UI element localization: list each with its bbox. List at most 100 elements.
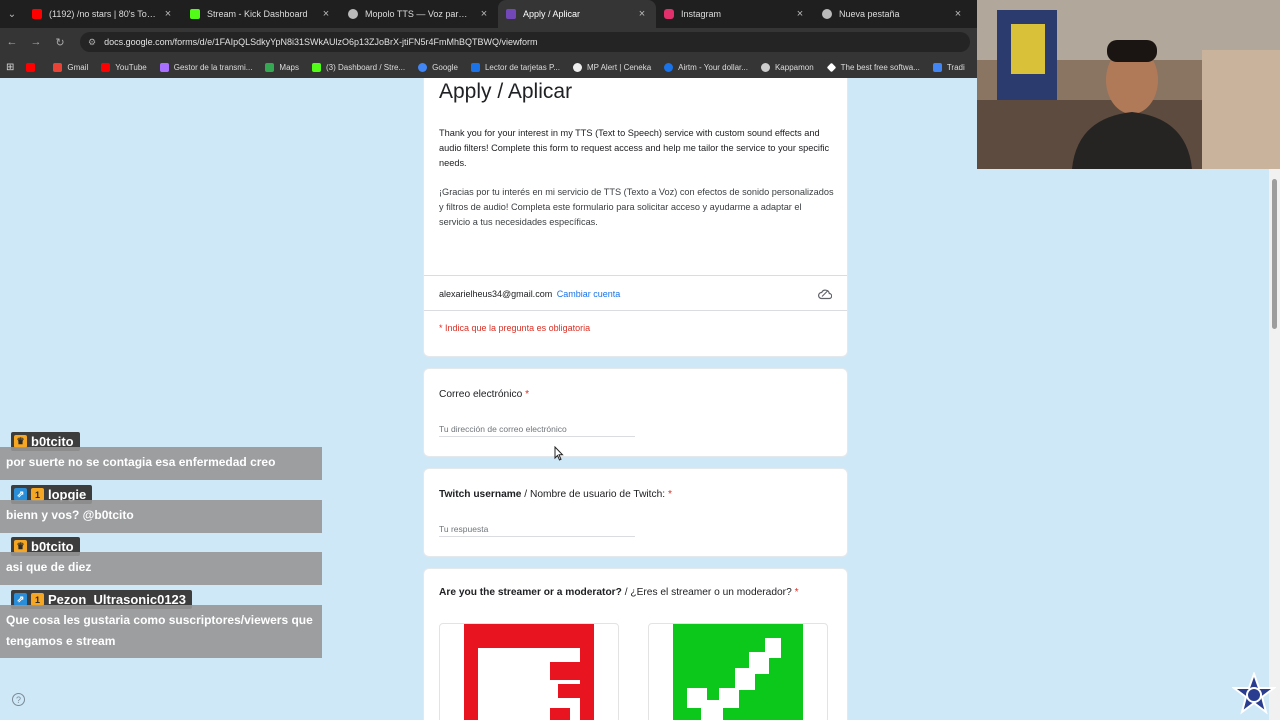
divider [424, 310, 847, 311]
question-label-bold: Are you the streamer or a moderator? [439, 587, 622, 598]
gmail-icon [53, 62, 63, 72]
close-tab-icon[interactable]: × [162, 8, 174, 20]
tab-instagram[interactable]: Instagram × [656, 0, 814, 28]
role-question-card: Are you the streamer or a moderator? / ¿… [423, 568, 848, 720]
webcam-image [977, 0, 1280, 169]
tab-strip: ⌄ (1192) /no stars | 80's Tokyo Fu × Str… [0, 0, 977, 28]
chat-message: por suerte no se contagia esa enfermedad… [0, 447, 322, 480]
close-tab-icon[interactable]: × [478, 8, 490, 20]
youtube-icon [32, 9, 42, 19]
bookmark-label: MP Alert | Ceneka [586, 62, 652, 72]
role-question-title: Are you the streamer or a moderator? / ¿… [439, 587, 799, 598]
chat-message: bienn y vos? @b0tcito [0, 500, 322, 533]
form-header-card: Apply / Aplicar Thank you for your inter… [423, 78, 848, 357]
tab-mopolo-tts[interactable]: Mopolo TTS — Voz para tu Str × [340, 0, 498, 28]
youtube-icon [26, 62, 36, 72]
kappamon-icon [760, 62, 770, 72]
email-field[interactable] [439, 421, 635, 437]
card-reader-icon [470, 62, 480, 72]
bookmark-kappamon[interactable]: Kappamon [760, 62, 814, 72]
bookmark-youtube-shortcut[interactable] [26, 62, 40, 72]
email-question-card: Correo electrónico * [423, 368, 848, 457]
youtube-icon [101, 62, 111, 72]
close-tab-icon[interactable]: × [952, 8, 964, 20]
airtm-icon [664, 62, 674, 72]
bookmark-dashboard[interactable]: (3) Dashboard / Stre... [311, 62, 405, 72]
webcam-overlay [977, 0, 1280, 169]
form-title: Apply / Aplicar [439, 80, 573, 103]
tab-kick-dashboard[interactable]: Stream - Kick Dashboard × [182, 0, 340, 28]
google-icon [418, 62, 428, 72]
back-icon[interactable]: ← [0, 28, 24, 56]
bookmark-youtube[interactable]: YouTube [101, 62, 147, 72]
bookmark-twitch-manager[interactable]: Gestor de la transmi... [159, 62, 253, 72]
trading-icon [932, 62, 942, 72]
account-row: alexarielheus34@gmail.com Cambiar cuenta [439, 289, 620, 299]
bookmark-label: Tradi [946, 62, 965, 72]
tab-search-icon[interactable]: ⌄ [0, 0, 24, 28]
tab-new-tab[interactable]: Nueva pestaña × [814, 0, 972, 28]
address-bar[interactable]: ⚙ docs.google.com/forms/d/e/1FAIpQLSdkyY… [80, 32, 970, 52]
close-tab-icon[interactable]: × [320, 8, 332, 20]
role-option-moderator[interactable] [648, 623, 828, 720]
divider [424, 275, 847, 276]
form-description-en: Thank you for your interest in my TTS (T… [439, 128, 830, 168]
mp-alert-icon [572, 62, 582, 72]
bookmark-label: Airtm - Your dollar... [678, 62, 748, 72]
kick-icon [311, 62, 321, 72]
moderator-option-image [673, 624, 803, 720]
tab-youtube[interactable]: (1192) /no stars | 80's Tokyo Fu × [24, 0, 182, 28]
tab-title: (1192) /no stars | 80's Tokyo Fu [49, 9, 156, 19]
bookmark-mp-alert[interactable]: MP Alert | Ceneka [572, 62, 652, 72]
tab-title: Mopolo TTS — Voz para tu Str [365, 9, 472, 19]
bookmark-airtm[interactable]: Airtm - Your dollar... [664, 62, 748, 72]
page-scrollbar[interactable] [1269, 169, 1280, 720]
form-description-es: ¡Gracias por tu interés en mi servicio d… [439, 187, 834, 227]
forward-icon[interactable]: → [24, 28, 48, 56]
tab-title: Apply / Aplicar [523, 9, 581, 19]
chat-message-text: bienn y vos? @b0tcito [6, 508, 134, 522]
google-forms-icon [506, 9, 516, 19]
bookmark-gmail[interactable]: Gmail [53, 62, 88, 72]
bookmark-label: Google [432, 62, 458, 72]
scrollbar-thumb[interactable] [1272, 179, 1277, 329]
switch-account-link[interactable]: Cambiar cuenta [557, 289, 621, 299]
chatgpt-icon [348, 9, 358, 19]
mouse-cursor-icon [554, 446, 564, 461]
chat-message: Que cosa les gustaria como suscriptores/… [0, 605, 322, 658]
twitch-username-field[interactable] [439, 521, 635, 537]
bookmarks-bar: ⊞ Gmail YouTube Gestor de la transmi... … [0, 56, 977, 78]
bookmark-label: The best free softwa... [840, 62, 920, 72]
reload-icon[interactable]: ↻ [48, 28, 72, 56]
channel-logo-icon [1232, 672, 1276, 715]
cloud-saved-icon [818, 287, 833, 305]
bookmark-label: Lector de tarjetas P... [484, 62, 560, 72]
close-tab-icon[interactable]: × [636, 8, 648, 20]
twitch-icon [159, 62, 169, 72]
bookmark-card-reader[interactable]: Lector de tarjetas P... [470, 62, 560, 72]
bookmark-label: Maps [279, 62, 299, 72]
apps-icon[interactable]: ⊞ [6, 62, 14, 73]
tab-apply-aplicar[interactable]: Apply / Aplicar × [498, 0, 656, 28]
bookmark-label: YouTube [115, 62, 147, 72]
chrome-icon [822, 9, 832, 19]
bookmark-google[interactable]: Google [418, 62, 458, 72]
navigation-bar: ← → ↻ ⚙ docs.google.com/forms/d/e/1FAIpQ… [0, 28, 977, 56]
chat-message-text: Que cosa les gustaria como suscriptores/… [6, 613, 313, 648]
url-text[interactable]: docs.google.com/forms/d/e/1FAIpQLSdkyYpN… [104, 37, 537, 47]
maps-icon [265, 62, 275, 72]
question-label: Correo electrónico [439, 389, 523, 400]
help-icon[interactable]: ? [12, 693, 25, 706]
question-label-rest: / Nombre de usuario de Twitch: [521, 489, 666, 500]
question-label-rest: / ¿Eres el streamer o un moderador? [621, 587, 792, 598]
bookmark-free-software[interactable]: The best free softwa... [826, 62, 920, 72]
bookmark-label: Gestor de la transmi... [173, 62, 253, 72]
role-option-streamer[interactable] [439, 623, 619, 720]
chat-message-text: por suerte no se contagia esa enfermedad… [6, 455, 276, 469]
bookmark-trading[interactable]: Tradi [932, 62, 965, 72]
site-info-icon[interactable]: ⚙ [88, 37, 96, 48]
required-asterisk: * [667, 489, 672, 500]
bookmark-maps[interactable]: Maps [265, 62, 299, 72]
close-tab-icon[interactable]: × [794, 8, 806, 20]
diamond-icon [826, 62, 836, 72]
